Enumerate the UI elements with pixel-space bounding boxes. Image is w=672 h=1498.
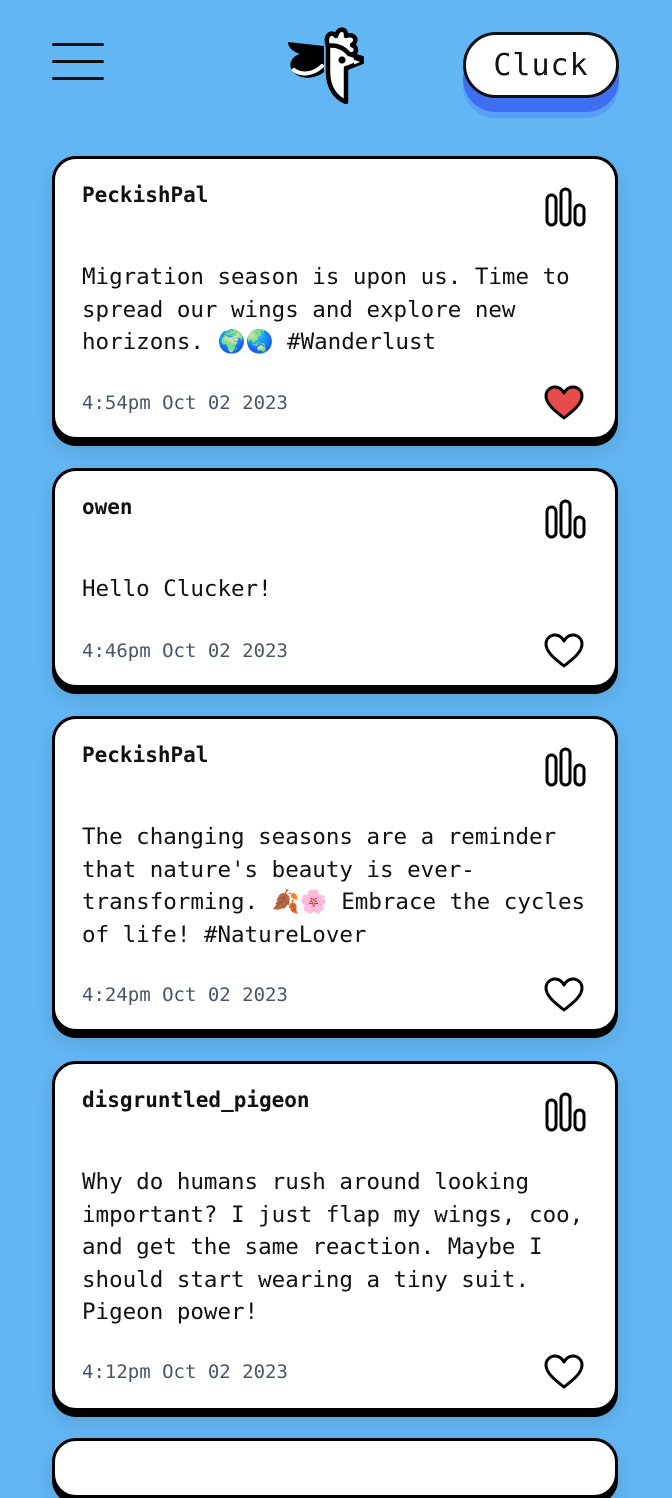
post-card-partial (52, 1438, 618, 1498)
post-username[interactable]: PeckishPal (82, 183, 208, 207)
stats-icon[interactable] (545, 747, 587, 787)
top-bar: Cluck (0, 0, 672, 130)
post-card: owen Hello Clucker! 4:46pm Oct 02 2023 (52, 468, 618, 688)
post-message: Why do humans rush around looking import… (82, 1169, 584, 1325)
post-message: Hello Clucker! (82, 576, 272, 602)
menu-bar (52, 43, 104, 46)
post-card: PeckishPal The changing seasons are a re… (52, 716, 618, 1032)
stats-icon[interactable] (545, 499, 587, 539)
post-timestamp: 4:12pm Oct 02 2023 (82, 1361, 288, 1383)
post-card: disgruntled_pigeon Why do humans rush ar… (52, 1061, 618, 1411)
post-card: PeckishPal Migration season is upon us. … (52, 156, 618, 440)
post-username[interactable]: disgruntled_pigeon (82, 1088, 310, 1112)
rooster-logo-icon[interactable] (284, 24, 364, 104)
heart-outline-icon[interactable] (543, 1354, 585, 1390)
heart-filled-icon[interactable] (543, 385, 585, 421)
heart-outline-icon[interactable] (543, 633, 585, 669)
heart-outline-icon[interactable] (543, 977, 585, 1013)
menu-bar (52, 60, 104, 63)
stats-icon[interactable] (545, 187, 587, 227)
post-username[interactable]: owen (82, 495, 133, 519)
post-timestamp: 4:54pm Oct 02 2023 (82, 392, 288, 414)
post-timestamp: 4:24pm Oct 02 2023 (82, 984, 288, 1006)
hamburger-menu-icon[interactable] (52, 43, 104, 81)
post-message: The changing seasons are a reminder that… (82, 824, 586, 948)
cluck-button[interactable]: Cluck (463, 32, 619, 98)
menu-bar (52, 77, 104, 80)
post-timestamp: 4:46pm Oct 02 2023 (82, 640, 288, 662)
stats-icon[interactable] (545, 1092, 587, 1132)
post-message: Migration season is upon us. Time to spr… (82, 264, 570, 355)
cluck-button-wrapper: Cluck (463, 32, 619, 120)
post-username[interactable]: PeckishPal (82, 743, 208, 767)
